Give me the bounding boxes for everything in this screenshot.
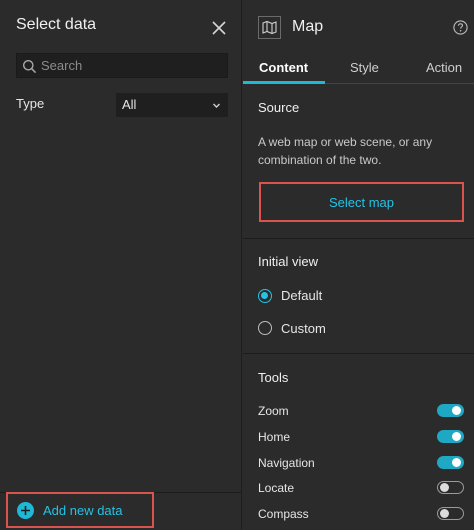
map-icon xyxy=(262,20,277,35)
toggle-zoom[interactable] xyxy=(437,404,464,417)
type-label: Type xyxy=(16,96,45,111)
settings-tabs: Content Style Action xyxy=(243,54,474,84)
select-map-label: Select map xyxy=(328,195,395,210)
toggle-locate[interactable] xyxy=(437,481,464,494)
tool-zoom-label: Zoom xyxy=(258,404,289,418)
toggle-navigation[interactable] xyxy=(437,456,464,469)
toggle-knob xyxy=(440,483,449,492)
toggle-compass[interactable] xyxy=(437,507,464,520)
radio-custom[interactable] xyxy=(258,321,272,335)
panel-title: Select data xyxy=(16,16,97,33)
radio-default[interactable] xyxy=(258,289,272,303)
section-divider xyxy=(243,353,474,354)
tools-section-title: Tools xyxy=(258,370,289,385)
section-divider xyxy=(243,238,474,239)
add-new-data-label: Add new data xyxy=(43,503,123,518)
tool-navigation-label: Navigation xyxy=(258,456,315,470)
toggle-home[interactable] xyxy=(437,430,464,443)
type-select[interactable]: All xyxy=(116,93,228,117)
radio-default-label: Default xyxy=(281,288,323,303)
source-section-title: Source xyxy=(258,100,300,115)
search-input[interactable] xyxy=(41,54,225,77)
map-settings-panel: Map Content Style Action Source A web ma… xyxy=(243,0,474,530)
search-icon xyxy=(23,60,37,74)
tool-home-label: Home xyxy=(258,430,291,444)
toggle-knob xyxy=(452,458,461,467)
source-description: A web map or web scene, or any combinati… xyxy=(258,135,433,167)
radio-custom-label: Custom xyxy=(281,321,326,336)
type-select-value: All xyxy=(122,97,137,112)
tool-locate-label: Locate xyxy=(258,481,295,495)
add-new-data-button[interactable]: Add new data xyxy=(6,492,154,528)
close-button[interactable] xyxy=(208,17,230,39)
tab-action[interactable]: Action xyxy=(426,60,462,75)
select-map-button[interactable]: Select map xyxy=(259,182,464,222)
active-tab-indicator xyxy=(243,81,325,84)
help-icon[interactable] xyxy=(453,20,468,35)
chevron-down-icon xyxy=(213,103,220,108)
toggle-knob xyxy=(452,406,461,415)
toggle-knob xyxy=(440,509,449,518)
select-data-panel: Select data Type All Add new data xyxy=(0,0,242,530)
tab-content[interactable]: Content xyxy=(259,60,308,75)
initial-view-section-title: Initial view xyxy=(258,254,318,269)
plus-circle-icon xyxy=(17,502,34,519)
tool-compass-label: Compass xyxy=(258,507,309,521)
close-icon xyxy=(212,21,226,35)
tab-style[interactable]: Style xyxy=(350,60,379,75)
map-widget-icon-frame xyxy=(258,16,281,39)
widget-title: Map xyxy=(292,18,324,35)
toggle-knob xyxy=(452,432,461,441)
search-field[interactable] xyxy=(16,53,228,78)
